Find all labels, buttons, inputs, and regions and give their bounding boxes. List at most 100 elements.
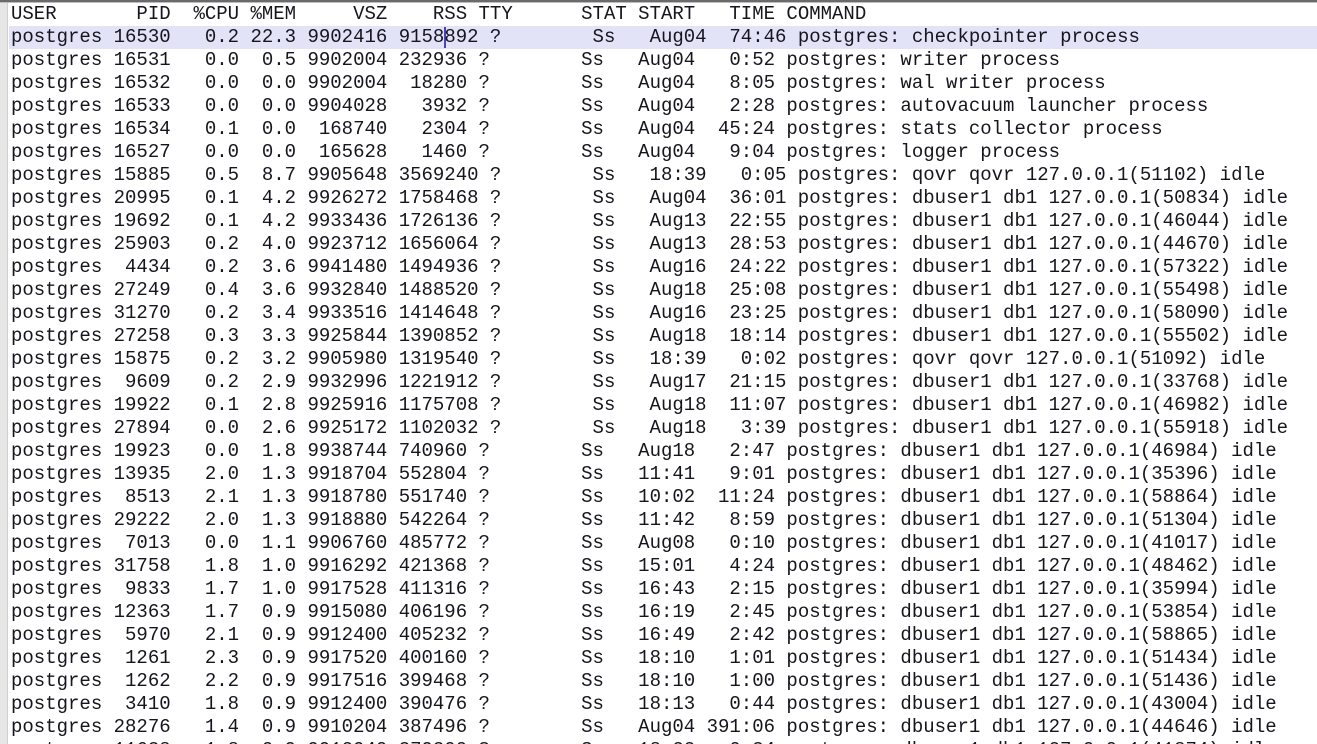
process-row[interactable]: postgres 28276 1.4 0.9 9910204 387496 ? …	[9, 716, 1317, 739]
cell-vsz: 9904028	[296, 95, 387, 117]
cell-rss: 1494936	[387, 256, 478, 278]
process-row[interactable]: postgres 15885 0.5 8.7 9905648 3569240 ?…	[9, 164, 1317, 187]
process-row[interactable]: postgres 3410 1.8 0.9 9912400 390476 ? S…	[9, 693, 1317, 716]
process-row[interactable]: postgres 19922 0.1 2.8 9925916 1175708 ?…	[9, 394, 1317, 417]
cell-rss: 1319540	[387, 348, 478, 370]
cell-vsz: 9905648	[296, 164, 387, 186]
cell-cpu: 0.4	[171, 279, 239, 301]
cell-start: Aug18	[638, 325, 706, 347]
cell-start: Aug18	[638, 394, 706, 416]
ps-aux-output[interactable]: USER PID %CPU %MEM VSZ RSS TTY STAT STAR…	[9, 3, 1317, 744]
cell-stat: Ss	[581, 187, 638, 209]
process-row[interactable]: postgres 4434 0.2 3.6 9941480 1494936 ? …	[9, 256, 1317, 279]
process-row[interactable]: postgres 29222 2.0 1.3 9918880 542264 ? …	[9, 509, 1317, 532]
cell-command: postgres: dbuser1 db1 127.0.0.1(44646) i…	[775, 716, 1277, 738]
process-row[interactable]: postgres 16534 0.1 0.0 168740 2304 ? Ss …	[9, 118, 1317, 141]
cell-pid: 9609	[102, 371, 170, 393]
cell-vsz: 9926272	[296, 187, 387, 209]
cell-cpu: 1.8	[171, 739, 239, 744]
cell-vsz: 9912400	[296, 693, 387, 715]
cell-start: Aug04	[627, 118, 695, 140]
cell-stat: Ss	[581, 233, 638, 255]
process-row[interactable]: postgres 5970 2.1 0.9 9912400 405232 ? S…	[9, 624, 1317, 647]
cell-stat: Ss	[581, 348, 638, 370]
header-vsz: VSZ	[296, 3, 387, 25]
cell-user: postgres	[11, 693, 102, 715]
process-row[interactable]: postgres 27249 0.4 3.6 9932840 1488520 ?…	[9, 279, 1317, 302]
process-row[interactable]: postgres 16530 0.2 22.3 9902416 9158892 …	[9, 26, 1317, 49]
cell-mem: 0.9	[239, 693, 296, 715]
process-row[interactable]: postgres 13935 2.0 1.3 9918704 552804 ? …	[9, 463, 1317, 486]
cell-rss: 390476	[387, 693, 467, 715]
process-row[interactable]: postgres 1262 2.2 0.9 9917516 399468 ? S…	[9, 670, 1317, 693]
process-row[interactable]: postgres 9609 0.2 2.9 9932996 1221912 ? …	[9, 371, 1317, 394]
process-row[interactable]: postgres 15875 0.2 3.2 9905980 1319540 ?…	[9, 348, 1317, 371]
process-row-partial[interactable]: postgres 11638 1.8 0.9 9912940 379300 ? …	[9, 739, 1317, 744]
cell-mem: 0.0	[239, 72, 296, 94]
process-row[interactable]: postgres 8513 2.1 1.3 9918780 551740 ? S…	[9, 486, 1317, 509]
cell-start: Aug13	[638, 210, 706, 232]
cell-pid: 25903	[102, 233, 170, 255]
cell-user: postgres	[11, 578, 102, 600]
header-tty: TTY	[467, 3, 570, 25]
cell-user: postgres	[11, 463, 102, 485]
cell-stat: Ss	[570, 509, 627, 531]
cell-pid: 4434	[102, 256, 170, 278]
cell-mem: 0.0	[239, 141, 296, 163]
process-row[interactable]: postgres 7013 0.0 1.1 9906760 485772 ? S…	[9, 532, 1317, 555]
cell-vsz: 9918780	[296, 486, 387, 508]
process-row[interactable]: postgres 31270 0.2 3.4 9933516 1414648 ?…	[9, 302, 1317, 325]
process-row[interactable]: postgres 1261 2.3 0.9 9917520 400160 ? S…	[9, 647, 1317, 670]
cell-start: Aug16	[638, 256, 706, 278]
process-row[interactable]: postgres 16531 0.0 0.5 9902004 232936 ? …	[9, 49, 1317, 72]
cell-mem: 0.9	[239, 739, 296, 744]
process-row[interactable]: postgres 19692 0.1 4.2 9933436 1726136 ?…	[9, 210, 1317, 233]
cell-stat: Ss	[570, 486, 627, 508]
cell-start: 16:19	[627, 601, 695, 623]
cell-user: postgres	[11, 233, 102, 255]
cell-time: 0:34	[695, 739, 775, 744]
process-row[interactable]: postgres 20995 0.1 4.2 9926272 1758468 ?…	[9, 187, 1317, 210]
cell-tty: ?	[479, 164, 582, 186]
cell-mem: 0.9	[239, 716, 296, 738]
cell-cpu: 0.2	[171, 302, 239, 324]
cell-vsz: 9933516	[296, 302, 387, 324]
cell-tty: ?	[479, 187, 582, 209]
cell-mem: 1.0	[239, 578, 296, 600]
cell-user: postgres	[11, 440, 102, 462]
process-row[interactable]: postgres 25903 0.2 4.0 9923712 1656064 ?…	[9, 233, 1317, 256]
cell-cpu: 0.1	[171, 187, 239, 209]
cell-vsz: 9932840	[296, 279, 387, 301]
cell-mem: 22.3	[239, 26, 296, 48]
cell-user: postgres	[11, 210, 102, 232]
process-row[interactable]: postgres 12363 1.7 0.9 9915080 406196 ? …	[9, 601, 1317, 624]
process-row[interactable]: postgres 27258 0.3 3.3 9925844 1390852 ?…	[9, 325, 1317, 348]
cell-vsz: 9902004	[296, 72, 387, 94]
process-row[interactable]: postgres 31758 1.8 1.0 9916292 421368 ? …	[9, 555, 1317, 578]
cell-time: 0:44	[695, 693, 775, 715]
cell-start: Aug04	[627, 49, 695, 71]
cell-time: 21:15	[707, 371, 787, 393]
process-row[interactable]: postgres 16532 0.0 0.0 9902004 18280 ? S…	[9, 72, 1317, 95]
cell-user: postgres	[11, 49, 102, 71]
cell-rss: 1656064	[387, 233, 478, 255]
process-row[interactable]: postgres 27894 0.0 2.6 9925172 1102032 ?…	[9, 417, 1317, 440]
process-row[interactable]: postgres 16527 0.0 0.0 165628 1460 ? Ss …	[9, 141, 1317, 164]
cell-user: postgres	[11, 256, 102, 278]
cell-vsz: 9902004	[296, 49, 387, 71]
process-row[interactable]: postgres 19923 0.0 1.8 9938744 740960 ? …	[9, 440, 1317, 463]
cell-tty: ?	[479, 325, 582, 347]
cell-mem: 3.3	[239, 325, 296, 347]
cell-rss: 1175708	[387, 394, 478, 416]
cell-time: 2:47	[695, 440, 775, 462]
cell-time: 23:25	[707, 302, 787, 324]
cell-tty: ?	[467, 601, 570, 623]
process-row[interactable]: postgres 16533 0.0 0.0 9904028 3932 ? Ss…	[9, 95, 1317, 118]
cell-vsz: 9906760	[296, 532, 387, 554]
cell-vsz: 9918704	[296, 463, 387, 485]
cell-cpu: 1.7	[171, 601, 239, 623]
table-header-row[interactable]: USER PID %CPU %MEM VSZ RSS TTY STAT STAR…	[9, 3, 1317, 26]
cell-pid: 1261	[102, 647, 170, 669]
cell-command: postgres: dbuser1 db1 127.0.0.1(43004) i…	[775, 693, 1277, 715]
process-row[interactable]: postgres 9833 1.7 1.0 9917528 411316 ? S…	[9, 578, 1317, 601]
